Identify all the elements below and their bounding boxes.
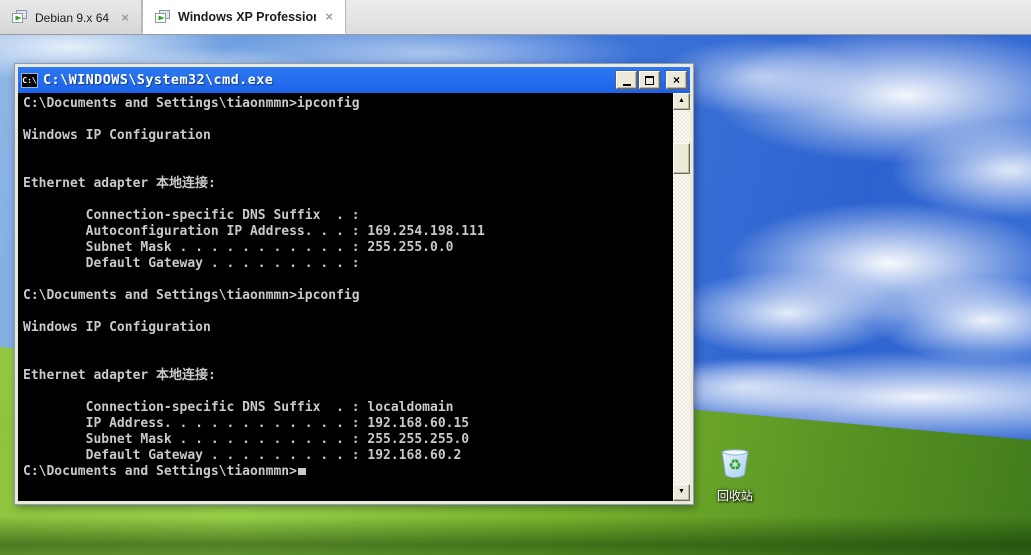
recycle-bin-icon: ♻ (721, 449, 749, 479)
vertical-scrollbar[interactable]: ▲ ▼ (673, 93, 690, 501)
recycle-bin-shortcut[interactable]: ♻ 回收站 (700, 445, 770, 504)
tab-windows-xp-label: Windows XP Professional ... (178, 9, 316, 24)
maximize-icon (645, 75, 654, 85)
screen: Debian 9.x 64 位 × Windows XP Professiona… (0, 0, 1031, 555)
cmd-window-title: C:\WINDOWS\System32\cmd.exe (43, 72, 274, 88)
window-controls: × (616, 71, 687, 89)
vm-tab-bar: Debian 9.x 64 位 × Windows XP Professiona… (0, 0, 1031, 35)
tab-debian[interactable]: Debian 9.x 64 位 × (0, 0, 142, 34)
scrollbar-thumb[interactable] (673, 143, 690, 174)
prompt-text: C:\Documents and Settings\tiaonmmn> (23, 464, 297, 479)
tab-debian-close-icon[interactable]: × (119, 11, 131, 24)
cmd-app-icon: C:\ (21, 72, 38, 88)
scroll-up-button[interactable]: ▲ (673, 93, 690, 110)
tab-debian-label: Debian 9.x 64 位 (35, 10, 112, 25)
terminal-output-area[interactable]: C:\Documents and Settings\tiaonmmn>ipcon… (18, 93, 690, 501)
tab-windows-xp-close-icon[interactable]: × (323, 10, 335, 23)
recycle-arrows-icon: ♻ (728, 456, 741, 474)
cmd-window: C:\ C:\WINDOWS\System32\cmd.exe × C:\Doc… (14, 63, 694, 505)
text-cursor (297, 468, 306, 475)
terminal-output-text: C:\Documents and Settings\tiaonmmn>ipcon… (23, 96, 485, 463)
maximize-button[interactable] (639, 71, 660, 89)
minimize-icon (622, 83, 631, 86)
command-prompt-line: C:\Documents and Settings\tiaonmmn> (18, 464, 690, 480)
minimize-button[interactable] (616, 71, 637, 89)
tab-windows-xp[interactable]: Windows XP Professional ... × (142, 0, 346, 34)
close-icon: × (672, 73, 680, 87)
recycle-bin-label: 回收站 (716, 489, 753, 503)
vm-console-icon (155, 9, 170, 23)
scroll-down-button[interactable]: ▼ (673, 484, 690, 501)
close-button[interactable]: × (666, 71, 687, 89)
vm-console-icon (12, 10, 27, 23)
cmd-title-bar[interactable]: C:\ C:\WINDOWS\System32\cmd.exe × (18, 67, 690, 93)
